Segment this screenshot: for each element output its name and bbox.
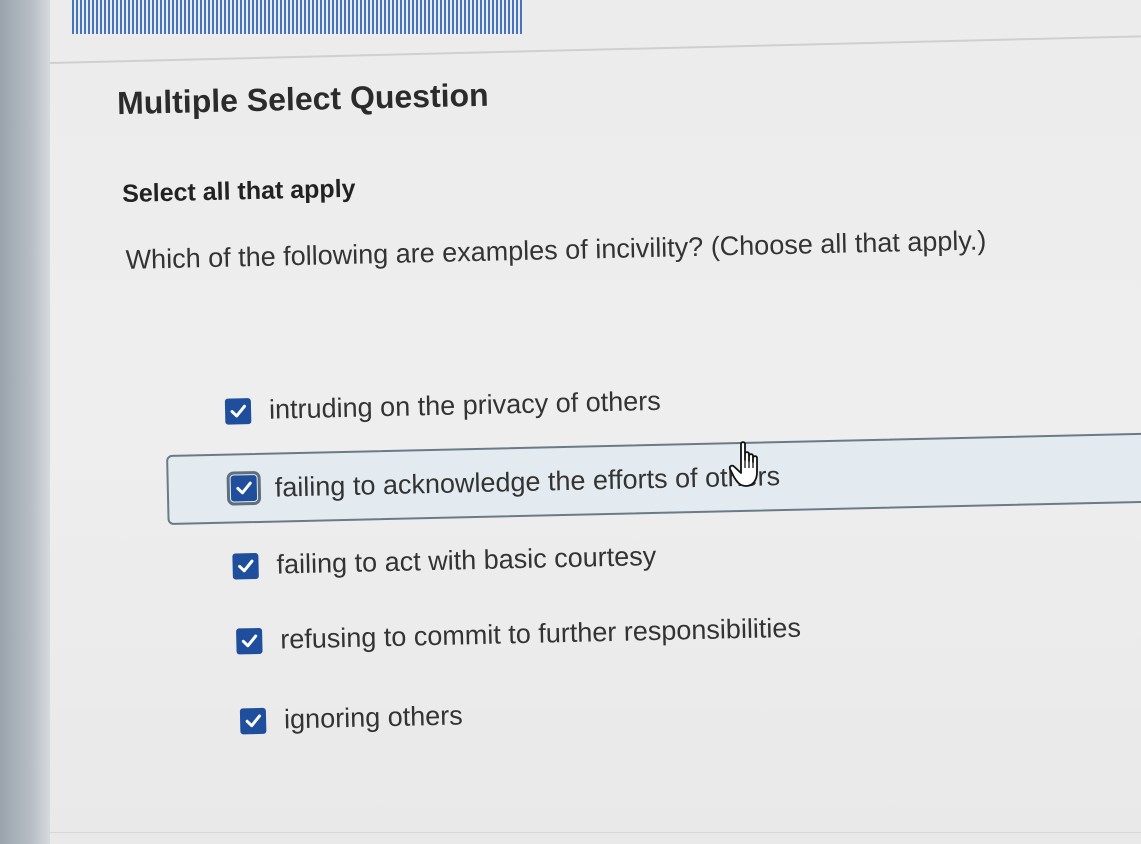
checkmark-icon	[245, 713, 261, 727]
checkbox-checked[interactable]	[236, 627, 263, 654]
question-instruction: Select all that apply	[121, 174, 356, 208]
screen: Multiple Select Question Select all that…	[0, 0, 1141, 844]
answer-option-label: failing to acknowledge the efforts of ot…	[274, 460, 781, 503]
answer-option-label: failing to act with basic courtesy	[276, 540, 657, 580]
answer-option-5[interactable]: ignoring others	[239, 700, 464, 736]
checkbox-checked[interactable]	[239, 707, 267, 734]
checkbox-checked[interactable]	[232, 552, 259, 580]
answer-option-label: ignoring others	[283, 700, 464, 735]
answer-option-label: refusing to commit to further responsibi…	[279, 612, 802, 655]
bottom-divider	[50, 832, 1141, 833]
hand-pointer-icon	[728, 441, 758, 487]
question-prompt: Which of the following are examples of i…	[125, 225, 987, 275]
checkbox-checked[interactable]	[224, 397, 252, 425]
answer-option-1[interactable]: intruding on the privacy of others	[224, 385, 662, 427]
checkmark-icon	[241, 634, 258, 647]
checkmark-icon	[230, 404, 246, 417]
checkmark-icon	[236, 481, 252, 495]
question-content: Multiple Select Question Select all that…	[0, 0, 1141, 844]
answer-option-2[interactable]: failing to acknowledge the efforts of ot…	[166, 432, 1141, 526]
answer-option-3[interactable]: failing to act with basic courtesy	[232, 540, 657, 582]
checkbox-checked[interactable]	[226, 470, 262, 506]
answer-option-4[interactable]: refusing to commit to further responsibi…	[236, 613, 801, 657]
question-type-title: Multiple Select Question	[116, 76, 489, 122]
answer-option-label: intruding on the privacy of others	[268, 385, 662, 425]
checkmark-icon	[238, 559, 254, 572]
